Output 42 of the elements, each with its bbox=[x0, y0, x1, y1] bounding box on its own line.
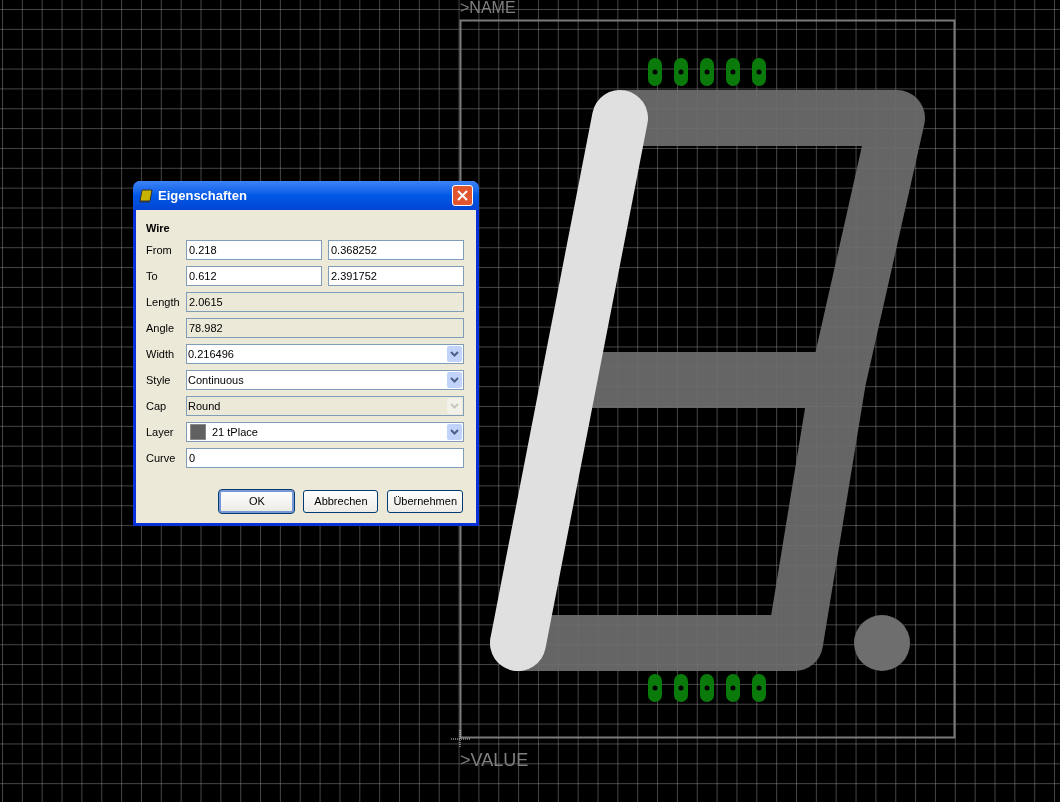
dialog-title: Eigenschaften bbox=[158, 186, 248, 205]
input-field[interactable]: 2.391752 bbox=[328, 266, 464, 286]
pad bbox=[700, 674, 714, 702]
field-label: Angle bbox=[146, 320, 176, 336]
pad bbox=[674, 674, 688, 702]
field-label: Length bbox=[146, 294, 181, 310]
field-label: From bbox=[146, 242, 173, 258]
name-label: >NAME bbox=[460, 0, 516, 16]
input-field[interactable]: 0 bbox=[186, 448, 464, 468]
dialog-button[interactable]: Übernehmen bbox=[387, 490, 463, 513]
field-label: Style bbox=[146, 372, 172, 388]
pad bbox=[674, 58, 688, 86]
field-label: Layer bbox=[146, 424, 175, 440]
dropdown[interactable]: 0.216496 bbox=[186, 344, 464, 364]
pad bbox=[726, 58, 740, 86]
value-label: >VALUE bbox=[460, 750, 529, 770]
section-title: Wire bbox=[146, 221, 171, 235]
dropdown[interactable]: Continuous bbox=[186, 370, 464, 390]
dropdown[interactable]: 21 tPlace bbox=[186, 422, 464, 442]
readonly-field: 2.0615 bbox=[186, 292, 464, 312]
decimal-point bbox=[854, 615, 910, 671]
dialog-button[interactable]: OK bbox=[219, 490, 295, 513]
input-field[interactable]: 0.368252 bbox=[328, 240, 464, 260]
book-icon bbox=[139, 188, 153, 203]
dialog-button[interactable]: Abbrechen bbox=[303, 490, 379, 513]
pad bbox=[752, 58, 766, 86]
close-button[interactable] bbox=[452, 185, 473, 206]
pad bbox=[648, 674, 662, 702]
pad bbox=[726, 674, 740, 702]
pad bbox=[700, 58, 714, 86]
readonly-field: 78.982 bbox=[186, 318, 464, 338]
input-field[interactable]: 0.218 bbox=[186, 240, 322, 260]
pad bbox=[752, 674, 766, 702]
selected-wire[interactable] bbox=[490, 90, 648, 671]
field-label: To bbox=[146, 268, 159, 284]
field-label: Cap bbox=[146, 398, 168, 414]
close-icon bbox=[457, 190, 468, 201]
field-label: Width bbox=[146, 346, 176, 362]
input-field[interactable]: 0.612 bbox=[186, 266, 322, 286]
field-label: Curve bbox=[146, 450, 177, 466]
pad bbox=[648, 58, 662, 86]
origin-cross-icon bbox=[450, 729, 471, 749]
